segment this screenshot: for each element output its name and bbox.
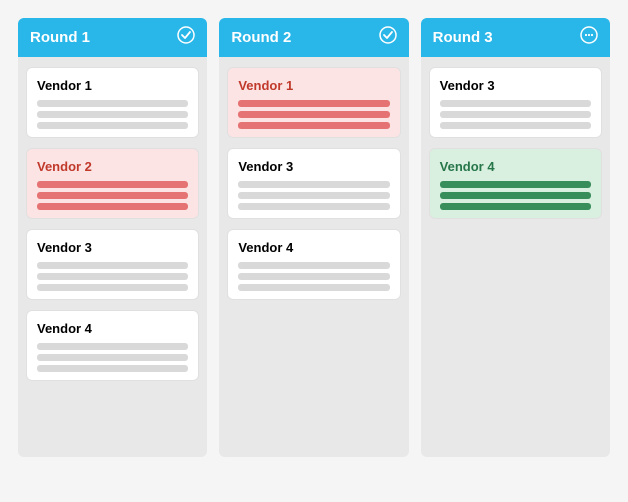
card-line-r2-vendor4-1 <box>238 273 389 280</box>
card-line-r1-vendor3-0 <box>37 262 188 269</box>
card-r1-vendor3[interactable]: Vendor 3 <box>26 229 199 300</box>
card-title-r1-vendor1: Vendor 1 <box>37 78 188 93</box>
card-title-r3-vendor3: Vendor 3 <box>440 78 591 93</box>
card-line-r2-vendor1-0 <box>238 100 389 107</box>
column-round2: Round 2 Vendor 1 Vendor 3 Vendor 4 <box>219 18 408 457</box>
card-r1-vendor1[interactable]: Vendor 1 <box>26 67 199 138</box>
card-r3-vendor3[interactable]: Vendor 3 <box>429 67 602 138</box>
card-line-r1-vendor4-0 <box>37 343 188 350</box>
column-round3: Round 3 Vendor 3 Vendor 4 <box>421 18 610 457</box>
card-r1-vendor2[interactable]: Vendor 2 <box>26 148 199 219</box>
card-line-r1-vendor3-1 <box>37 273 188 280</box>
card-r2-vendor4[interactable]: Vendor 4 <box>227 229 400 300</box>
card-line-r3-vendor3-0 <box>440 100 591 107</box>
card-line-r1-vendor1-1 <box>37 111 188 118</box>
card-title-r1-vendor4: Vendor 4 <box>37 321 188 336</box>
cards-area-round3: Vendor 3 Vendor 4 <box>421 57 610 457</box>
card-title-r2-vendor3: Vendor 3 <box>238 159 389 174</box>
cards-area-round1: Vendor 1 Vendor 2 Vendor 3 Vendor 4 <box>18 57 207 457</box>
ellipsis-icon <box>580 26 598 49</box>
check-icon <box>177 26 195 49</box>
card-line-r2-vendor4-2 <box>238 284 389 291</box>
check-icon <box>379 26 397 49</box>
card-line-r3-vendor4-2 <box>440 203 591 210</box>
card-line-r1-vendor2-0 <box>37 181 188 188</box>
card-title-r1-vendor2: Vendor 2 <box>37 159 188 174</box>
card-line-r3-vendor3-1 <box>440 111 591 118</box>
cards-area-round2: Vendor 1 Vendor 3 Vendor 4 <box>219 57 408 457</box>
card-line-r1-vendor4-1 <box>37 354 188 361</box>
card-r2-vendor3[interactable]: Vendor 3 <box>227 148 400 219</box>
round-header-round2: Round 2 <box>219 18 408 57</box>
card-line-r2-vendor1-2 <box>238 122 389 129</box>
rounds-container: Round 1Vendor 1Vendor 2Vendor 3Vendor 4R… <box>0 0 628 475</box>
card-line-r3-vendor4-0 <box>440 181 591 188</box>
card-line-r2-vendor4-0 <box>238 262 389 269</box>
card-line-r2-vendor1-1 <box>238 111 389 118</box>
round-title-round2: Round 2 <box>231 29 291 46</box>
card-r1-vendor4[interactable]: Vendor 4 <box>26 310 199 381</box>
column-round1: Round 1 Vendor 1 Vendor 2 Vendor 3 Vendor 4 <box>18 18 207 457</box>
round-title-round1: Round 1 <box>30 29 90 46</box>
card-title-r3-vendor4: Vendor 4 <box>440 159 591 174</box>
card-line-r1-vendor1-0 <box>37 100 188 107</box>
card-line-r3-vendor3-2 <box>440 122 591 129</box>
round-header-round1: Round 1 <box>18 18 207 57</box>
card-line-r1-vendor3-2 <box>37 284 188 291</box>
card-line-r1-vendor1-2 <box>37 122 188 129</box>
card-line-r2-vendor3-1 <box>238 192 389 199</box>
card-title-r2-vendor4: Vendor 4 <box>238 240 389 255</box>
card-r2-vendor1[interactable]: Vendor 1 <box>227 67 400 138</box>
round-title-round3: Round 3 <box>433 29 493 46</box>
round-header-round3: Round 3 <box>421 18 610 57</box>
card-title-r1-vendor3: Vendor 3 <box>37 240 188 255</box>
card-line-r1-vendor2-2 <box>37 203 188 210</box>
card-title-r2-vendor1: Vendor 1 <box>238 78 389 93</box>
card-line-r1-vendor4-2 <box>37 365 188 372</box>
card-line-r1-vendor2-1 <box>37 192 188 199</box>
card-r3-vendor4[interactable]: Vendor 4 <box>429 148 602 219</box>
card-line-r3-vendor4-1 <box>440 192 591 199</box>
card-line-r2-vendor3-0 <box>238 181 389 188</box>
card-line-r2-vendor3-2 <box>238 203 389 210</box>
